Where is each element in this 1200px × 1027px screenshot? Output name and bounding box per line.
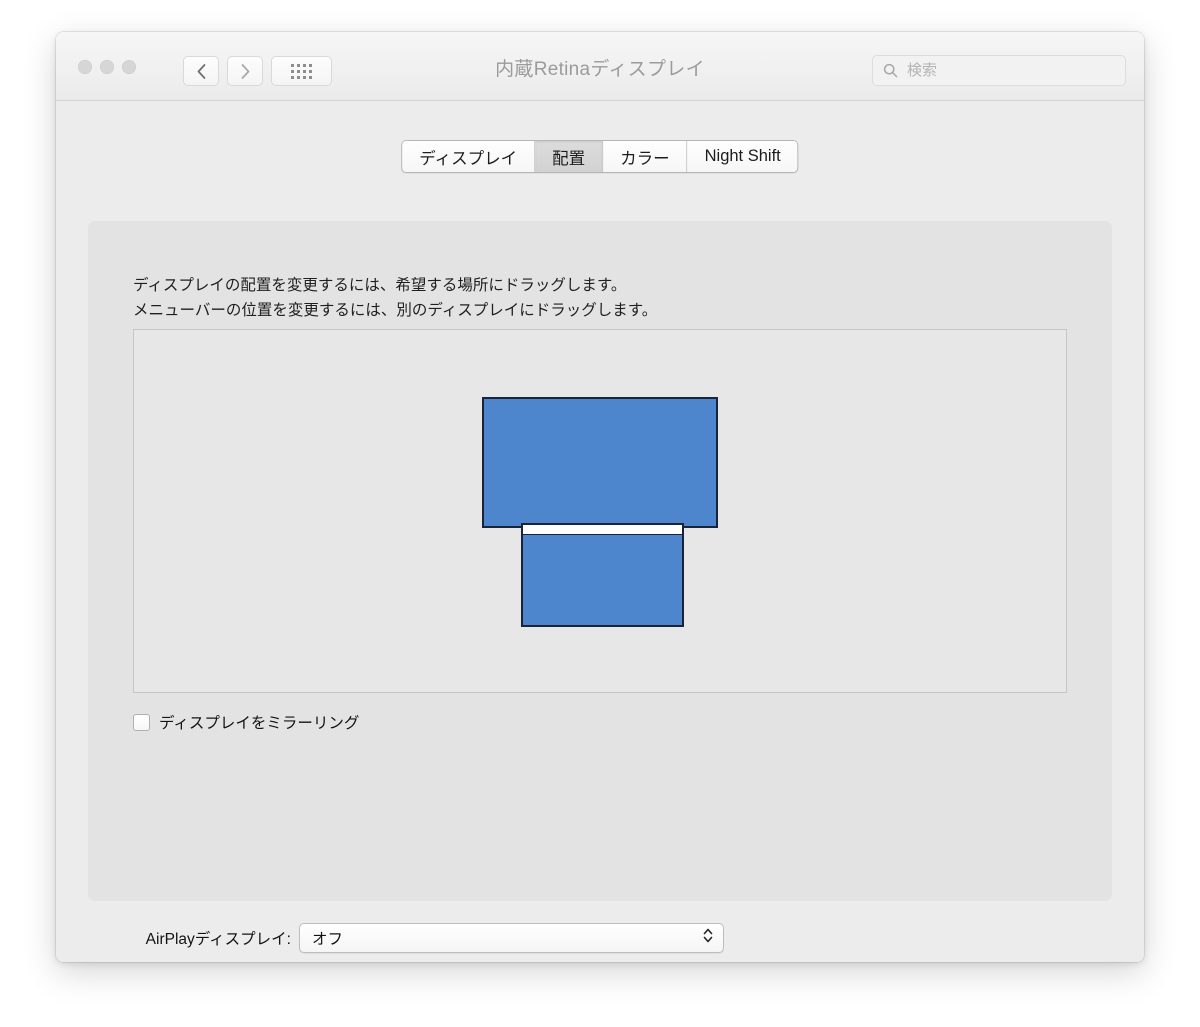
display-arrangement-canvas[interactable] [133, 329, 1067, 693]
chevron-updown-icon [702, 926, 714, 951]
mirror-displays-checkbox[interactable] [133, 713, 150, 731]
airplay-display-row: AirPlayディスプレイ: オフ [56, 923, 1144, 953]
arrangement-instructions: ディスプレイの配置を変更するには、希望する場所にドラッグします。 メニューバーの… [133, 277, 658, 319]
tab-panel: ディスプレイの配置を変更するには、希望する場所にドラッグします。 メニューバーの… [88, 221, 1112, 901]
secondary-display-tile[interactable] [521, 523, 684, 627]
tab-arrangement[interactable]: 配置 [535, 141, 604, 172]
mirror-displays-label: ディスプレイをミラーリング [159, 715, 360, 732]
search-input[interactable] [905, 61, 1099, 80]
airplay-display-value: オフ [312, 931, 344, 948]
tab-display[interactable]: ディスプレイ [402, 141, 536, 172]
search-icon [883, 63, 898, 78]
menu-bar-strip[interactable] [523, 525, 682, 535]
window-titlebar: 内蔵Retinaディスプレイ [56, 32, 1144, 101]
airplay-display-select[interactable]: オフ [299, 923, 724, 953]
primary-display-tile[interactable] [482, 397, 718, 528]
search-field[interactable] [872, 55, 1126, 86]
window-body: ディスプレイの配置を変更するには、希望する場所にドラッグします。 メニューバーの… [56, 101, 1144, 962]
system-preferences-window: 内蔵Retinaディスプレイ ディスプレイの配置を変更するには、希望する場所にド… [56, 32, 1144, 962]
mirror-displays-row[interactable]: ディスプレイをミラーリング [133, 711, 359, 733]
tab-night-shift[interactable]: Night Shift [687, 141, 798, 172]
airplay-display-label: AirPlayディスプレイ: [145, 931, 291, 948]
tab-color[interactable]: カラー [603, 141, 688, 172]
preference-tab-bar: ディスプレイ 配置 カラー Night Shift [401, 140, 799, 173]
